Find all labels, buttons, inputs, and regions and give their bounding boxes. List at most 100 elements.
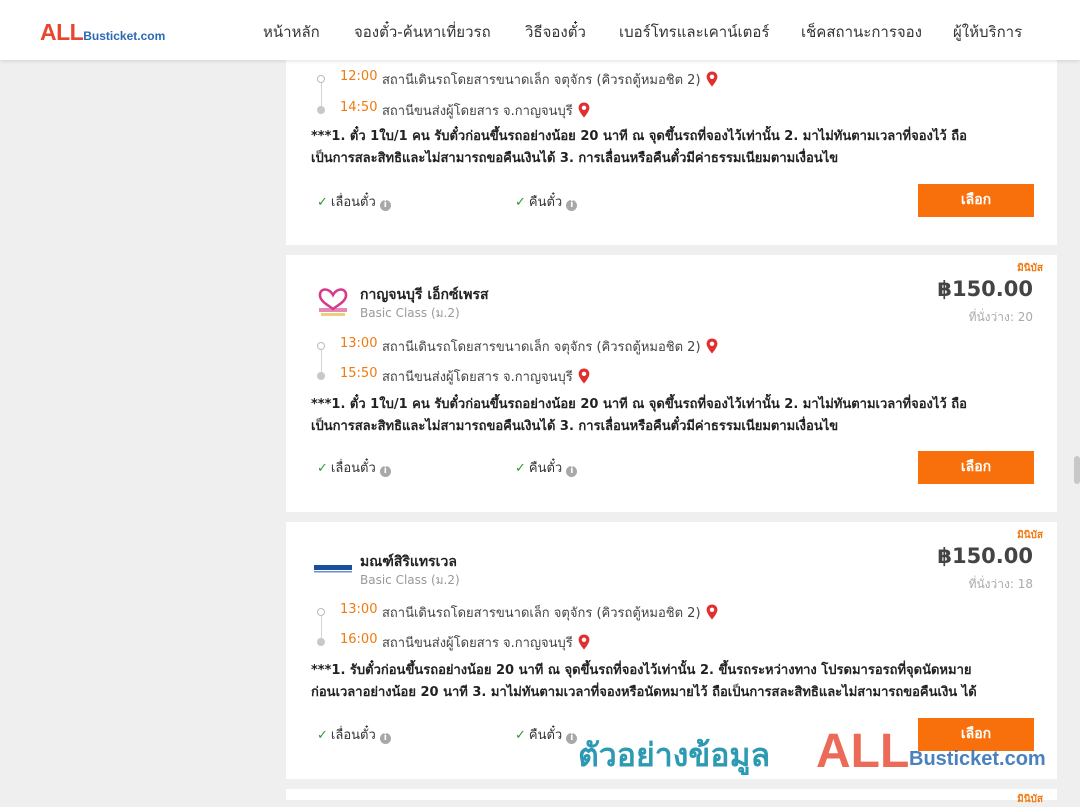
departure-time: 13:00: [340, 602, 378, 617]
trip-card: มินิบัส: [286, 789, 1057, 805]
arrival-time: 14:50: [340, 100, 378, 115]
arrival-dot: [317, 638, 325, 646]
nav-phone-counters[interactable]: เบอร์โทรและเคาน์เตอร์: [619, 20, 769, 44]
nav-how-to-book[interactable]: วิธีจองตั๋ว: [525, 20, 586, 44]
feature-label: เลื่อนตั๋ว: [330, 195, 376, 210]
vehicle-type-badge: มินิบัส: [1017, 530, 1043, 541]
check-icon: ✓: [317, 195, 328, 210]
departure-place-wrap: สถานีเดินรถโดยสารขนาดเล็ก จตุจักร (คิวรถ…: [382, 602, 718, 624]
feature-label: คืนตั๋ว: [528, 461, 563, 476]
arrival-place: สถานีขนส่งผู้โดยสาร จ.กาญจนบุรี: [382, 370, 573, 385]
info-icon[interactable]: i: [566, 733, 578, 744]
departure-dot: [317, 342, 325, 350]
select-button[interactable]: เลือก: [918, 451, 1034, 484]
trip-card: มินิบัส กาญจนบุรี เอ็กซ์เพรส Basic Class…: [286, 255, 1057, 512]
conditions-line: เป็นการสละสิทธิและไม่สามารถขอคืนเงินได้ …: [311, 151, 839, 166]
map-pin-icon[interactable]: [578, 634, 590, 654]
departure-place-wrap: สถานีเดินรถโดยสารขนาดเล็ก จตุจักร (คิวรถ…: [382, 336, 718, 358]
arrival-time: 15:50: [340, 366, 378, 381]
arrival-time: 16:00: [340, 632, 378, 647]
departure-place: สถานีเดินรถโดยสารขนาดเล็ก จตุจักร (คิวรถ…: [382, 606, 701, 621]
arrival-dot: [317, 372, 325, 380]
arrival-place-wrap: สถานีขนส่งผู้โดยสาร จ.กาญจนบุรี: [382, 100, 590, 122]
refund-feature[interactable]: ✓ คืนตั๋ว i: [515, 724, 578, 745]
watermark-logo-all: ALL: [816, 725, 910, 778]
departure-place: สถานีเดินรถโดยสารขนาดเล็ก จตุจักร (คิวรถ…: [382, 340, 701, 355]
departure-place-wrap: สถานีเดินรถโดยสารขนาดเล็ก จตุจักร (คิวรถ…: [382, 69, 718, 91]
info-icon[interactable]: i: [379, 466, 391, 477]
map-pin-icon[interactable]: [578, 368, 590, 388]
arrival-place-wrap: สถานีขนส่งผู้โดยสาร จ.กาญจนบุรี: [382, 632, 590, 654]
map-pin-icon[interactable]: [706, 71, 718, 91]
seats-available: ที่นั่งว่าง: 18: [968, 577, 1033, 591]
departure-stop: 13:00 สถานีเดินรถโดยสารขนาดเล็ก จตุจักร …: [312, 602, 1012, 624]
departure-time: 13:00: [340, 336, 378, 351]
main-nav: หน้าหลัก จองตั๋ว-ค้นหาเที่ยวรถ วิธีจองตั…: [0, 20, 1080, 42]
departure-place: สถานีเดินรถโดยสารขนาดเล็ก จตุจักร (คิวรถ…: [382, 73, 701, 88]
ticket-price: ฿150.00: [937, 544, 1033, 568]
departure-time: 12:00: [340, 69, 378, 84]
operator-logo: [313, 281, 353, 321]
info-icon[interactable]: i: [566, 466, 578, 477]
arrival-dot: [317, 106, 325, 114]
nav-check-booking[interactable]: เช็คสถานะการจอง: [801, 20, 922, 44]
nav-book-search[interactable]: จองตั๋ว-ค้นหาเที่ยวรถ: [354, 20, 491, 44]
info-icon[interactable]: i: [566, 200, 578, 211]
conditions-line: ***1. ตั๋ว 1ใบ/1 คน รับตั๋วก่อนขึ้นรถอย่…: [311, 397, 967, 412]
arrival-place: สถานีขนส่งผู้โดยสาร จ.กาญจนบุรี: [382, 104, 573, 119]
select-button[interactable]: เลือก: [918, 184, 1034, 217]
feature-label: คืนตั๋ว: [528, 195, 563, 210]
check-icon: ✓: [317, 461, 328, 476]
ticket-price: ฿150.00: [937, 277, 1033, 301]
refund-feature[interactable]: ✓ คืนตั๋ว i: [515, 191, 578, 212]
trip-conditions: ***1. ตั๋ว 1ใบ/1 คน รับตั๋วก่อนขึ้นรถอย่…: [311, 126, 1036, 170]
nav-home[interactable]: หน้าหลัก: [263, 20, 320, 44]
check-icon: ✓: [515, 728, 526, 743]
reschedule-feature[interactable]: ✓ เลื่อนตั๋ว i: [317, 724, 391, 745]
arrival-place-wrap: สถานีขนส่งผู้โดยสาร จ.กาญจนบุรี: [382, 366, 590, 388]
feature-label: คืนตั๋ว: [528, 728, 563, 743]
check-icon: ✓: [515, 461, 526, 476]
conditions-line: ก่อนเวลาอย่างน้อย 20 นาที 3. มาไม่ทันตาม…: [311, 685, 977, 700]
conditions-line: ***1. รับตั๋วก่อนขึ้นรถอย่างน้อย 20 นาที…: [311, 663, 972, 678]
seats-available: ที่นั่งว่าง: 20: [968, 310, 1033, 324]
info-icon[interactable]: i: [379, 733, 391, 744]
trip-card: 12:00 สถานีเดินรถโดยสารขนาดเล็ก จตุจักร …: [286, 40, 1057, 245]
feature-label: เลื่อนตั๋ว: [330, 461, 376, 476]
departure-stop: 12:00 สถานีเดินรถโดยสารขนาดเล็ก จตุจักร …: [312, 69, 1012, 91]
check-icon: ✓: [515, 195, 526, 210]
operator-name: กาญจนบุรี เอ็กซ์เพรส: [360, 287, 489, 303]
page-scrollbar[interactable]: [1074, 60, 1080, 800]
select-button[interactable]: เลือก: [918, 718, 1034, 751]
arrival-stop: 16:00 สถานีขนส่งผู้โดยสาร จ.กาญจนบุรี: [312, 632, 1012, 654]
refund-feature[interactable]: ✓ คืนตั๋ว i: [515, 457, 578, 478]
departure-dot: [317, 75, 325, 83]
watermark-text: ตัวอย่างข้อมูล: [578, 736, 771, 774]
operator-logo: [313, 548, 353, 588]
nav-operators[interactable]: ผู้ให้บริการ: [953, 20, 1022, 44]
map-pin-icon[interactable]: [706, 338, 718, 358]
feature-label: เลื่อนตั๋ว: [330, 728, 376, 743]
info-icon[interactable]: i: [379, 200, 391, 211]
departure-dot: [317, 608, 325, 616]
trip-conditions: ***1. รับตั๋วก่อนขึ้นรถอย่างน้อย 20 นาที…: [311, 660, 1036, 704]
bus-class: Basic Class (ม.2): [360, 573, 460, 587]
watermark-logo-busticket: Busticket.com: [909, 748, 1046, 770]
check-icon: ✓: [317, 728, 328, 743]
site-header: ALLBusticket.com หน้าหลัก จองตั๋ว-ค้นหาเ…: [0, 0, 1080, 60]
arrival-stop: 14:50 สถานีขนส่งผู้โดยสาร จ.กาญจนบุรี: [312, 100, 1012, 122]
reschedule-feature[interactable]: ✓ เลื่อนตั๋ว i: [317, 191, 391, 212]
vehicle-type-badge: มินิบัส: [1017, 263, 1043, 274]
conditions-line: เป็นการสละสิทธิและไม่สามารถขอคืนเงินได้ …: [311, 419, 839, 434]
conditions-line: ***1. ตั๋ว 1ใบ/1 คน รับตั๋วก่อนขึ้นรถอย่…: [311, 129, 967, 144]
departure-stop: 13:00 สถานีเดินรถโดยสารขนาดเล็ก จตุจักร …: [312, 336, 1012, 358]
scrollbar-thumb[interactable]: [1074, 456, 1080, 484]
map-pin-icon[interactable]: [706, 604, 718, 624]
arrival-place: สถานีขนส่งผู้โดยสาร จ.กาญจนบุรี: [382, 636, 573, 651]
reschedule-feature[interactable]: ✓ เลื่อนตั๋ว i: [317, 457, 391, 478]
map-pin-icon[interactable]: [578, 102, 590, 122]
bus-class: Basic Class (ม.2): [360, 306, 460, 320]
arrival-stop: 15:50 สถานีขนส่งผู้โดยสาร จ.กาญจนบุรี: [312, 366, 1012, 388]
operator-name: มณฑ์สิริแทรเวล: [360, 554, 457, 570]
trip-conditions: ***1. ตั๋ว 1ใบ/1 คน รับตั๋วก่อนขึ้นรถอย่…: [311, 394, 1036, 438]
